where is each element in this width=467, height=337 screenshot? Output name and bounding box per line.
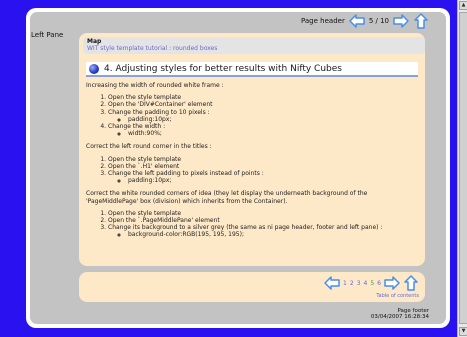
list-item-text: Change the left padding to pixels instea…: [108, 170, 264, 178]
breadcrumb-link[interactable]: WIT style template tutorial : rounded bo…: [87, 45, 421, 53]
list-item-text: Open the style template: [108, 209, 182, 217]
map-title: Map: [87, 38, 102, 45]
list-item: Open the style template: [108, 94, 420, 101]
list-item: Change the padding to 10 pixels :padding…: [108, 109, 420, 123]
list-item: Change the left padding to pixels instea…: [108, 170, 420, 184]
list-item-text: Open the `.H1' element: [108, 162, 180, 170]
list-item: Change its background to a silver grey (…: [108, 224, 420, 238]
scrollbar-thumb[interactable]: [459, 12, 467, 324]
up-arrow-icon[interactable]: [403, 275, 419, 291]
list-item-text: Open the `.PageMiddlePane' element: [108, 217, 220, 225]
sub-list-item: width:90%;: [128, 130, 420, 137]
sub-list: padding:10px;: [108, 177, 420, 184]
page-indicator: 5 / 10: [368, 17, 389, 25]
blue-ball-bullet-icon: [89, 63, 99, 74]
vertical-scrollbar[interactable]: ▲ ▼: [457, 0, 467, 337]
footer-timestamp: 03/04/2007 16:28:34: [370, 314, 429, 320]
page-number-link[interactable]: 6: [377, 280, 381, 287]
sub-list-item: padding:10px;: [128, 177, 420, 184]
content-body: Increasing the width of rounded white fr…: [86, 82, 420, 245]
list-item-text: Open the 'DIV#Container' element: [108, 101, 213, 109]
list-item-text: Change the width :: [108, 123, 166, 131]
previous-page-arrow-icon[interactable]: [324, 275, 340, 291]
list-item-text: Change the padding to 10 pixels :: [108, 108, 210, 116]
ordered-list: Open the style templateOpen the `.PageMi…: [86, 210, 420, 239]
sub-list: background-color:RGB(195, 195, 195);: [108, 231, 420, 238]
section-title: 4. Adjusting styles for better results w…: [104, 63, 342, 74]
list-item: Open the style template: [108, 156, 420, 163]
list-item-text: Change its background to a silver grey (…: [108, 224, 383, 232]
previous-page-arrow-icon[interactable]: [349, 13, 365, 29]
sub-list-item: background-color:RGB(195, 195, 195);: [128, 231, 420, 238]
page-number-link[interactable]: 1: [343, 280, 347, 287]
section-title-bar: 4. Adjusting styles for better results w…: [86, 62, 418, 77]
paragraph: Increasing the width of rounded white fr…: [86, 82, 224, 89]
ordered-list: Open the style templateOpen the 'DIV#Con…: [86, 94, 420, 137]
page-number-link[interactable]: 2: [350, 280, 354, 287]
table-of-contents-link[interactable]: Table of contents: [376, 293, 419, 299]
page-header-label: Page header: [300, 17, 345, 25]
list-item: Change the width :width:90%;: [108, 123, 420, 137]
next-page-arrow-icon[interactable]: [384, 275, 400, 291]
footer-navigation: 123456 Table of contents: [79, 272, 425, 302]
sub-list-item: padding:10px;: [128, 116, 420, 123]
list-item: Open the style template: [108, 210, 420, 217]
scroll-up-arrow-icon[interactable]: ▲: [459, 1, 467, 10]
page-header: Page header 5 / 10: [301, 13, 429, 29]
list-item-text: Open the style template: [108, 155, 182, 163]
paragraph: Correct the left round corner in the tit…: [86, 143, 212, 151]
page-number-link[interactable]: 5: [370, 280, 374, 287]
paragraph: Correct the white rounded corners of ide…: [86, 190, 368, 205]
left-pane-label: Left Pane: [31, 31, 64, 39]
page-footer: Page footer 03/04/2007 16:28:34: [371, 308, 429, 320]
list-item: Open the `.H1' element: [108, 163, 420, 170]
up-arrow-icon[interactable]: [413, 13, 429, 29]
page-number-link[interactable]: 4: [364, 280, 368, 287]
page-number-list: 123456: [343, 280, 381, 287]
sub-list: width:90%;: [108, 130, 420, 137]
list-item-text: Open the style template: [108, 94, 182, 102]
list-item: Open the 'DIV#Container' element: [108, 101, 420, 108]
ordered-list: Open the style templateOpen the `.H1' el…: [86, 156, 420, 185]
scroll-down-arrow-icon[interactable]: ▼: [459, 327, 467, 336]
list-item: Open the `.PageMiddlePane' element: [108, 217, 420, 224]
map-box: Map WIT style template tutorial : rounde…: [83, 37, 425, 54]
next-page-arrow-icon[interactable]: [393, 13, 409, 29]
main-content-pane: Map WIT style template tutorial : rounde…: [79, 33, 425, 266]
sub-list: padding:10px;: [108, 116, 420, 123]
page-number-link[interactable]: 3: [357, 280, 361, 287]
